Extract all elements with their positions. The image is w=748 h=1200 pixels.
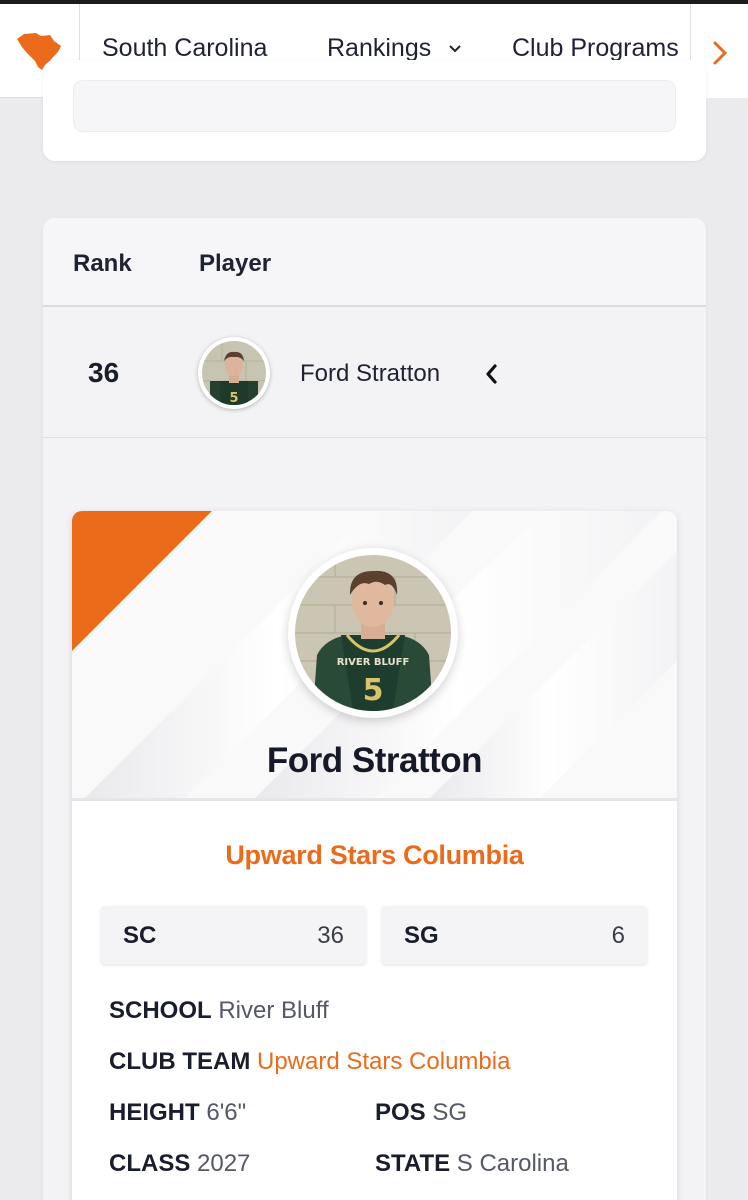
info-state-label: STATE — [375, 1150, 451, 1177]
stat-value: 6 — [611, 922, 625, 949]
info-height: HEIGHT 6'6" — [109, 1099, 246, 1127]
player-thumbnail: 5 — [202, 341, 266, 405]
player-portrait: RIVER BLUFF 5 — [295, 555, 451, 711]
info-state: STATE S Carolina — [375, 1150, 569, 1178]
nav-club-programs-label: Club Programs — [512, 34, 679, 62]
stat-state-rank: SC 36 — [101, 906, 366, 964]
nav-rankings-label: Rankings — [327, 34, 432, 62]
expand-toggle-button[interactable] — [483, 362, 499, 391]
column-header-rank: Rank — [73, 250, 132, 277]
info-class: CLASS 2027 — [109, 1150, 250, 1178]
previous-card-inner-panel — [73, 80, 676, 132]
info-school-value: River Bluff — [218, 997, 329, 1024]
info-school-label: SCHOOL — [109, 997, 212, 1024]
table-row[interactable]: 36 5 Ford Stratton — [43, 307, 706, 438]
club-link[interactable]: Upward Stars Columbia — [72, 840, 677, 871]
stat-value: 36 — [317, 922, 344, 949]
info-club-team-label: CLUB TEAM — [109, 1048, 251, 1075]
row-player-name[interactable]: Ford Stratton — [300, 360, 440, 388]
info-school: SCHOOL River Bluff — [109, 997, 329, 1025]
info-height-value: 6'6" — [206, 1099, 247, 1126]
info-state-value: S Carolina — [456, 1150, 569, 1177]
rankings-table: Rank Player 36 5 Ford Stratton RIVER BLU… — [43, 218, 706, 1200]
player-card: RIVER BLUFF 5 Ford Stratton Upward Stars… — [72, 511, 677, 1200]
nav-rankings-dropdown[interactable]: Rankings — [327, 34, 461, 63]
info-club-team: CLUB TEAM Upward Stars Columbia — [109, 1048, 510, 1076]
info-class-label: CLASS — [109, 1150, 191, 1177]
nav-club-programs[interactable]: Club Programs — [512, 34, 692, 63]
stat-position-rank: SG 6 — [382, 906, 647, 964]
nav-south-carolina-label: South Carolina — [102, 34, 268, 62]
info-position-value: SG — [432, 1099, 468, 1126]
player-card-header: RIVER BLUFF 5 Ford Stratton — [72, 511, 677, 801]
column-header-player: Player — [199, 250, 272, 277]
player-photo: RIVER BLUFF 5 — [288, 548, 458, 718]
nav-south-carolina[interactable]: South Carolina — [102, 34, 267, 63]
row-rank: 36 — [88, 357, 120, 388]
info-class-value: 2027 — [197, 1150, 251, 1177]
stat-label: SC — [123, 922, 157, 949]
chevron-left-icon — [486, 364, 497, 384]
previous-card — [43, 60, 706, 161]
jersey-text: RIVER BLUFF — [337, 657, 410, 668]
info-position: POS SG — [375, 1099, 467, 1127]
chevron-right-icon — [713, 41, 728, 65]
chevron-down-icon — [445, 40, 461, 56]
avatar: 5 — [198, 337, 270, 409]
info-position-label: POS — [375, 1099, 426, 1126]
info-club-team-link[interactable]: Upward Stars Columbia — [257, 1048, 510, 1075]
player-detail-panel: RIVER BLUFF 5 Ford Stratton Upward Stars… — [43, 438, 706, 1200]
info-height-label: HEIGHT — [109, 1099, 200, 1126]
jersey-number: 5 — [363, 673, 384, 708]
stat-label: SG — [404, 922, 439, 949]
svg-text:5: 5 — [229, 391, 238, 405]
table-header: Rank Player — [43, 218, 706, 307]
player-name: Ford Stratton — [266, 741, 483, 780]
